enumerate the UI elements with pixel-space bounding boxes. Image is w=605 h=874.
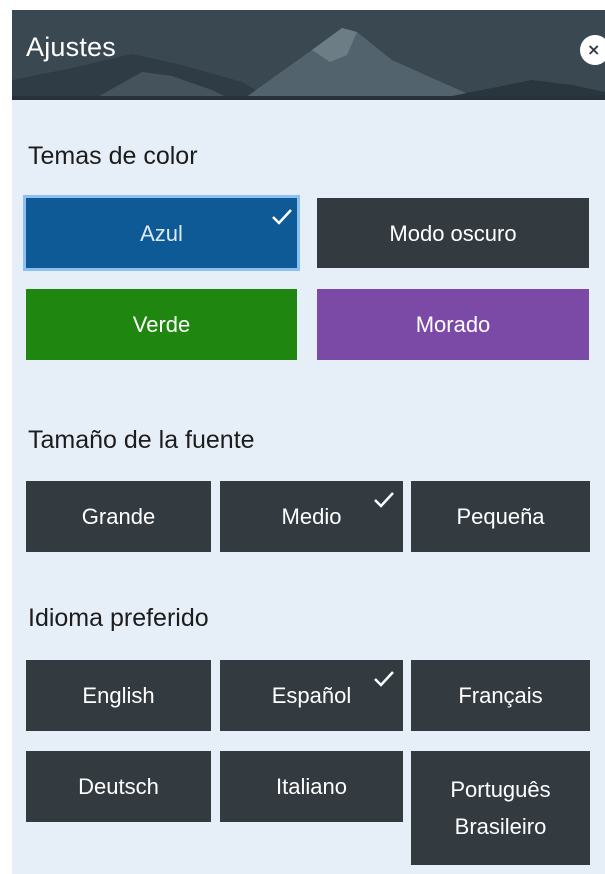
theme-green-label: Verde: [132, 312, 191, 337]
language-portuguese-br-label: Português Brasileiro: [450, 777, 551, 839]
font-size-medium-label: Medio: [281, 504, 342, 529]
checkmark-icon: [373, 491, 395, 509]
language-spanish-label: Español: [271, 683, 352, 708]
theme-blue-button[interactable]: Azul: [23, 195, 300, 271]
language-english-button[interactable]: English: [26, 660, 211, 731]
font-size-small-label: Pequeña: [456, 504, 545, 529]
settings-title: Ajustes: [26, 32, 116, 62]
color-themes-title: Temas de color: [28, 142, 198, 170]
language-english-label: English: [82, 683, 155, 708]
checkmark-icon: [373, 670, 395, 688]
theme-purple-label: Morado: [415, 312, 491, 337]
close-button[interactable]: ×: [580, 35, 605, 65]
theme-green-button[interactable]: Verde: [26, 289, 297, 360]
theme-dark-mode-label: Modo oscuro: [389, 220, 517, 246]
settings-header: Ajustes ×: [12, 10, 605, 100]
font-size-small-button[interactable]: Pequeña: [411, 481, 590, 552]
font-size-large-label: Grande: [81, 504, 156, 529]
settings-panel: Ajustes × Temas de color Azul Modo oscur…: [12, 10, 605, 874]
language-italian-button[interactable]: Italiano: [220, 751, 403, 822]
language-spanish-button[interactable]: Español: [220, 660, 403, 731]
language-italian-label: Italiano: [276, 774, 347, 799]
font-size-medium-button[interactable]: Medio: [220, 481, 403, 552]
theme-dark-mode-button[interactable]: Modo oscuro: [317, 198, 589, 268]
language-french-label: Français: [458, 683, 543, 708]
language-german-label: Deutsch: [78, 774, 159, 799]
language-german-button[interactable]: Deutsch: [26, 751, 211, 822]
checkmark-icon: [271, 208, 293, 226]
font-size-large-button[interactable]: Grande: [26, 481, 211, 552]
theme-purple-button[interactable]: Morado: [317, 289, 589, 360]
theme-blue-label: Azul: [140, 220, 183, 246]
language-portuguese-br-button[interactable]: Português Brasileiro: [411, 751, 590, 865]
font-size-title: Tamaño de la fuente: [28, 426, 255, 454]
language-french-button[interactable]: Français: [411, 660, 590, 731]
close-icon: ×: [587, 40, 601, 59]
language-title: Idioma preferido: [28, 604, 209, 632]
